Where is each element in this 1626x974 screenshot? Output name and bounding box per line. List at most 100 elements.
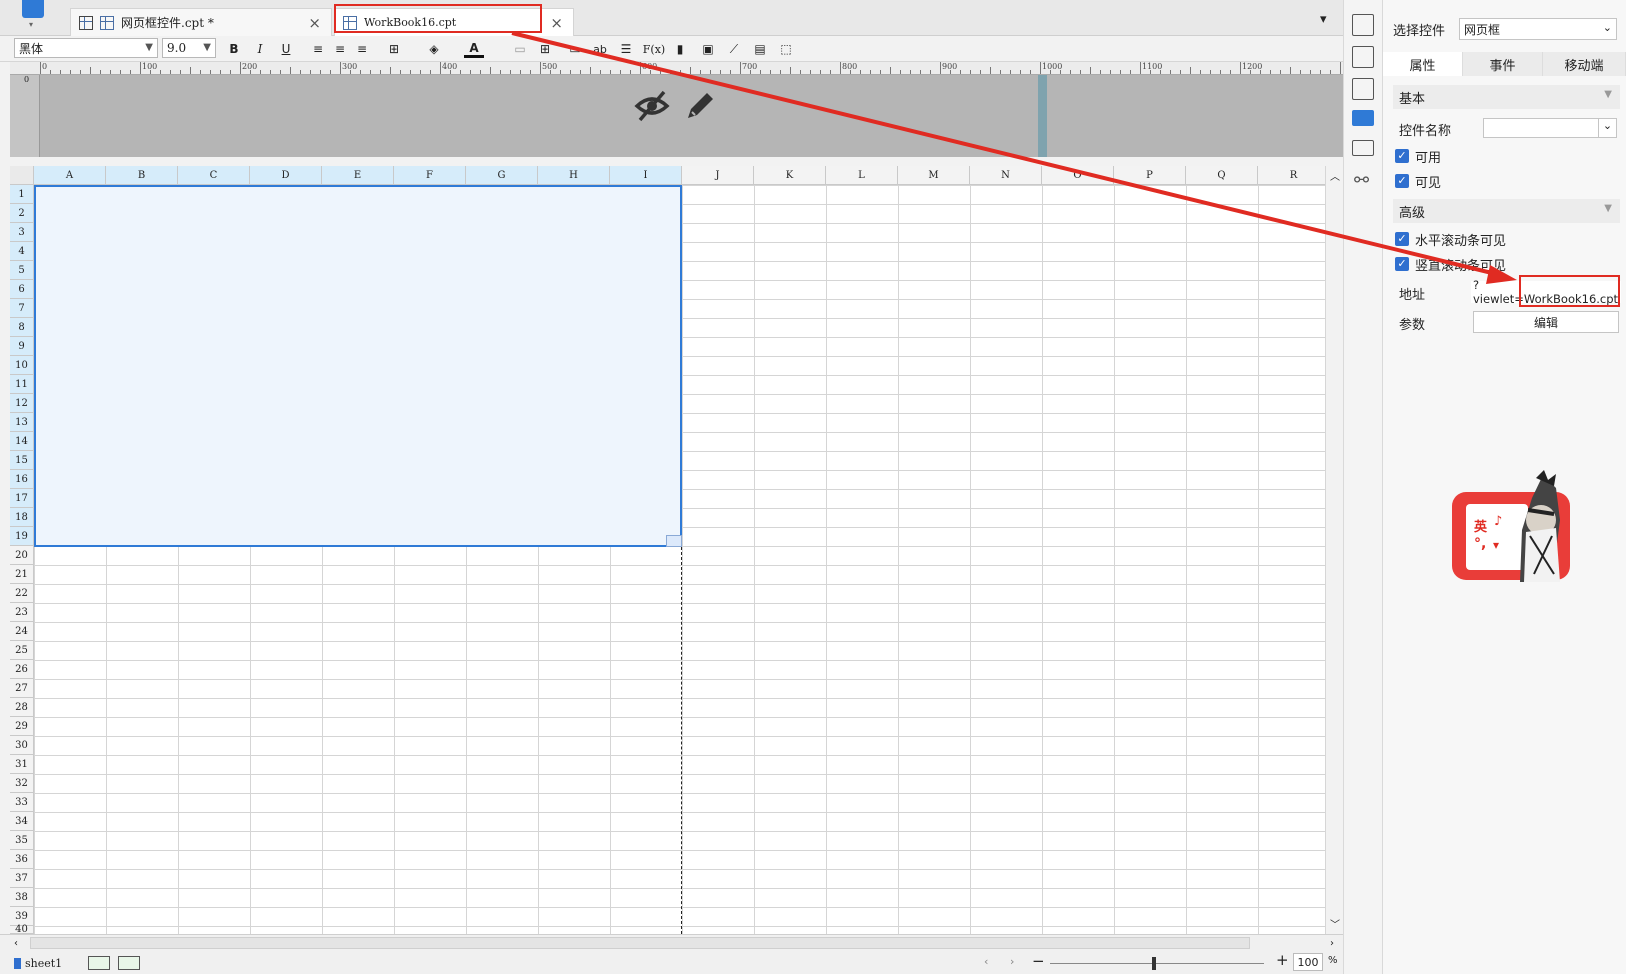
column-header[interactable]: B [106, 166, 178, 185]
row-header[interactable]: 14 [10, 432, 34, 451]
column-header[interactable]: D [250, 166, 322, 185]
ime-mascot-sticker[interactable] [1448, 470, 1574, 585]
column-header[interactable]: L [826, 166, 898, 185]
row-header[interactable]: 33 [10, 793, 34, 812]
row-header[interactable]: 6 [10, 280, 34, 299]
tab-dropdown-icon[interactable]: ▾ [1320, 12, 1327, 27]
font-color-button[interactable]: A [464, 40, 484, 58]
merge-cells-icon[interactable]: ▭ [510, 40, 530, 58]
column-header[interactable]: C [178, 166, 250, 185]
align-left-icon[interactable]: ≡ [308, 40, 328, 58]
resize-handle[interactable] [666, 535, 682, 547]
column-header[interactable]: E [322, 166, 394, 185]
row-header[interactable]: 40 [10, 924, 34, 935]
column-header[interactable]: O [1042, 166, 1114, 185]
section-basic[interactable]: 基本 ▼ [1393, 85, 1620, 109]
zoom-slider-thumb[interactable] [1152, 957, 1156, 970]
scroll-right-icon[interactable]: › [1330, 938, 1334, 949]
row-header[interactable]: 36 [10, 850, 34, 869]
row-header[interactable]: 31 [10, 755, 34, 774]
column-header[interactable]: H [538, 166, 610, 185]
row-header[interactable]: 17 [10, 489, 34, 508]
prev-page-icon[interactable]: ‹ [984, 955, 988, 968]
row-header[interactable]: 2 [10, 204, 34, 223]
zoom-input[interactable]: 100 [1293, 953, 1323, 971]
hidden-eye-icon[interactable] [634, 88, 670, 124]
row-header[interactable]: 15 [10, 451, 34, 470]
row-header[interactable]: 37 [10, 869, 34, 888]
zoom-slider-track[interactable] [1050, 963, 1264, 964]
align-center-icon[interactable]: ≡ [330, 40, 350, 58]
row-header[interactable]: 34 [10, 812, 34, 831]
widget-settings-icon[interactable] [1352, 46, 1374, 68]
scroll-left-icon[interactable]: ‹ [14, 938, 18, 949]
subreport-icon[interactable]: ▤ [750, 40, 770, 58]
zoom-in-button[interactable]: + [1276, 951, 1289, 969]
list-widget-icon[interactable] [1352, 140, 1374, 156]
select-all-corner[interactable] [10, 166, 34, 185]
sheet-tab-sheet1[interactable]: sheet1 [14, 955, 62, 971]
row-header[interactable]: 27 [10, 679, 34, 698]
row-header[interactable]: 21 [10, 565, 34, 584]
column-header[interactable]: P [1114, 166, 1186, 185]
insert-text-icon[interactable]: ▭ [565, 40, 585, 58]
page-boundary-marker[interactable] [1038, 75, 1047, 157]
close-icon[interactable]: × [550, 14, 563, 32]
row-header[interactable]: 25 [10, 641, 34, 660]
paragraph-icon[interactable]: ☰ [616, 40, 636, 58]
row-header[interactable]: 13 [10, 413, 34, 432]
widget-select[interactable]: 网页框 ⌄ [1459, 18, 1617, 40]
add-form-sheet-icon[interactable] [118, 956, 140, 970]
link-icon[interactable]: ⚯ [1354, 170, 1369, 191]
frame-icon[interactable] [1352, 78, 1374, 100]
tab-webframe-cpt[interactable]: 网页框控件.cpt * × [70, 8, 332, 36]
row-header[interactable]: 11 [10, 375, 34, 394]
row-header[interactable]: 30 [10, 736, 34, 755]
row-header[interactable]: 20 [10, 546, 34, 565]
vscroll-checkbox[interactable]: ✓ [1395, 257, 1409, 271]
close-icon[interactable]: × [308, 14, 321, 32]
next-page-icon[interactable]: › [1010, 955, 1014, 968]
row-header[interactable]: 28 [10, 698, 34, 717]
combo-widget-icon[interactable] [1352, 110, 1374, 126]
zoom-out-button[interactable]: − [1032, 952, 1045, 970]
column-header[interactable]: Q [1186, 166, 1258, 185]
row-header[interactable]: 7 [10, 299, 34, 318]
column-header[interactable]: G [466, 166, 538, 185]
column-header[interactable]: J [682, 166, 754, 185]
formula-button[interactable]: F(x) [642, 40, 666, 58]
row-header[interactable]: 12 [10, 394, 34, 413]
vertical-scrollbar[interactable]: ︿ ﹀ [1325, 166, 1343, 934]
underline-button[interactable]: U [276, 40, 296, 58]
row-header[interactable]: 5 [10, 261, 34, 280]
add-report-sheet-icon[interactable] [88, 956, 110, 970]
column-header[interactable]: A [34, 166, 106, 185]
slash-icon[interactable]: ⟋ [724, 40, 744, 58]
column-header[interactable]: F [394, 166, 466, 185]
row-header[interactable]: 29 [10, 717, 34, 736]
fill-color-icon[interactable]: ◈ [424, 40, 444, 58]
align-right-icon[interactable]: ≡ [352, 40, 372, 58]
app-logo-icon[interactable] [22, 0, 44, 18]
row-header[interactable]: 32 [10, 774, 34, 793]
image-icon[interactable]: ▣ [698, 40, 718, 58]
webframe-widget-selection[interactable] [34, 185, 682, 547]
row-header[interactable]: 1 [10, 185, 34, 204]
row-header[interactable]: 26 [10, 660, 34, 679]
row-header[interactable]: 22 [10, 584, 34, 603]
chevron-down-icon[interactable]: ﹀ [1330, 916, 1340, 931]
column-header[interactable]: R [1258, 166, 1330, 185]
tab-events[interactable]: 事件 [1463, 52, 1543, 76]
tab-properties[interactable]: 属性 [1383, 52, 1463, 76]
row-header[interactable]: 19 [10, 527, 34, 546]
column-header[interactable]: M [898, 166, 970, 185]
chart-icon[interactable]: ▮ [670, 40, 690, 58]
row-header[interactable]: 8 [10, 318, 34, 337]
row-header[interactable]: 23 [10, 603, 34, 622]
section-advanced[interactable]: 高级 ▼ [1393, 199, 1620, 223]
row-header[interactable]: 24 [10, 622, 34, 641]
row-header[interactable]: 16 [10, 470, 34, 489]
row-header[interactable]: 3 [10, 223, 34, 242]
horizontal-scrollbar[interactable] [30, 937, 1250, 949]
edit-params-button[interactable]: 编辑 [1473, 311, 1619, 333]
